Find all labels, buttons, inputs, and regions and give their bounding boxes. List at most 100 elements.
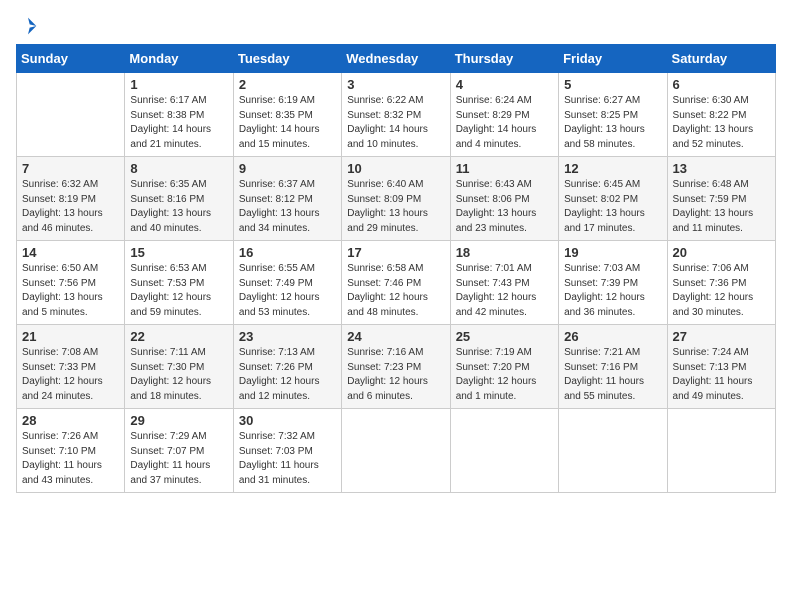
logo	[16, 16, 38, 32]
calendar-cell: 5 Sunrise: 6:27 AMSunset: 8:25 PMDaylight…	[559, 73, 667, 157]
day-info: Sunrise: 7:08 AMSunset: 7:33 PMDaylight:…	[22, 346, 119, 404]
week-row-1: 1Sunrise: 6:17 AMSunset: 8:38 PMDaylight…	[17, 73, 776, 157]
calendar-cell: 16 Sunrise: 6:55 AMSunset: 7:49 PMDayligh…	[233, 241, 341, 325]
day-info: Sunrise: 7:16 AMSunset: 7:23 PMDaylight:…	[347, 346, 444, 404]
day-number: 26	[564, 329, 661, 344]
calendar-cell: 14 Sunrise: 6:50 AMSunset: 7:56 PMDayligh…	[17, 241, 125, 325]
calendar-cell: 25Sunrise: 7:19 AMSunset: 7:20 PMDayligh…	[450, 325, 558, 409]
day-info: Sunrise: 6:58 AMSunset: 7:46 PMDaylight:…	[347, 262, 444, 320]
day-number: 25	[456, 329, 553, 344]
calendar-cell	[667, 409, 775, 493]
day-info: Sunrise: 7:11 AMSunset: 7:30 PMDaylight:…	[130, 346, 227, 404]
day-info: Sunrise: 7:01 AMSunset: 7:43 PMDaylight:…	[456, 262, 553, 320]
calendar-cell: 2 Sunrise: 6:19 AMSunset: 8:35 PMDaylight…	[233, 73, 341, 157]
day-number: 19	[564, 245, 661, 260]
week-row-5: 28 Sunrise: 7:26 AMSunset: 7:10 PMDayligh…	[17, 409, 776, 493]
day-number: 12	[564, 161, 661, 176]
day-number: 28	[22, 413, 119, 428]
day-info: Sunrise: 7:29 AMSunset: 7:07 PMDaylight:…	[130, 430, 227, 488]
calendar-cell: 6 Sunrise: 6:30 AMSunset: 8:22 PMDaylight…	[667, 73, 775, 157]
calendar-cell: 21 Sunrise: 7:08 AMSunset: 7:33 PMDayligh…	[17, 325, 125, 409]
calendar-cell: 30 Sunrise: 7:32 AMSunset: 7:03 PMDayligh…	[233, 409, 341, 493]
day-info: Sunrise: 6:17 AMSunset: 8:38 PMDaylight:…	[130, 94, 227, 152]
calendar-cell: 3 Sunrise: 6:22 AMSunset: 8:32 PMDaylight…	[342, 73, 450, 157]
day-number: 24	[347, 329, 444, 344]
day-info: Sunrise: 6:22 AMSunset: 8:32 PMDaylight:…	[347, 94, 444, 152]
day-number: 2	[239, 77, 336, 92]
day-number: 18	[456, 245, 553, 260]
day-number: 6	[673, 77, 770, 92]
calendar-cell	[450, 409, 558, 493]
day-info: Sunrise: 6:45 AMSunset: 8:02 PMDaylight:…	[564, 178, 661, 236]
day-info: Sunrise: 7:21 AMSunset: 7:16 PMDaylight:…	[564, 346, 661, 404]
calendar-cell	[342, 409, 450, 493]
day-number: 11	[456, 161, 553, 176]
weekday-header-row: SundayMondayTuesdayWednesdayThursdayFrid…	[17, 45, 776, 73]
calendar-cell: 26 Sunrise: 7:21 AMSunset: 7:16 PMDayligh…	[559, 325, 667, 409]
day-info: Sunrise: 6:27 AMSunset: 8:25 PMDaylight:…	[564, 94, 661, 152]
calendar-cell: 7 Sunrise: 6:32 AMSunset: 8:19 PMDaylight…	[17, 157, 125, 241]
calendar-table: SundayMondayTuesdayWednesdayThursdayFrid…	[16, 44, 776, 493]
day-info: Sunrise: 7:26 AMSunset: 7:10 PMDaylight:…	[22, 430, 119, 488]
weekday-header-sunday: Sunday	[17, 45, 125, 73]
day-number: 5	[564, 77, 661, 92]
day-number: 20	[673, 245, 770, 260]
calendar-cell: 22 Sunrise: 7:11 AMSunset: 7:30 PMDayligh…	[125, 325, 233, 409]
day-number: 9	[239, 161, 336, 176]
day-number: 22	[130, 329, 227, 344]
day-info: Sunrise: 6:55 AMSunset: 7:49 PMDaylight:…	[239, 262, 336, 320]
day-info: Sunrise: 6:35 AMSunset: 8:16 PMDaylight:…	[130, 178, 227, 236]
day-number: 13	[673, 161, 770, 176]
calendar-cell: 15Sunrise: 6:53 AMSunset: 7:53 PMDayligh…	[125, 241, 233, 325]
weekday-header-tuesday: Tuesday	[233, 45, 341, 73]
calendar-cell: 9Sunrise: 6:37 AMSunset: 8:12 PMDaylight…	[233, 157, 341, 241]
day-number: 8	[130, 161, 227, 176]
day-number: 14	[22, 245, 119, 260]
weekday-header-monday: Monday	[125, 45, 233, 73]
day-number: 7	[22, 161, 119, 176]
page-header	[16, 16, 776, 32]
day-number: 16	[239, 245, 336, 260]
calendar-cell: 10Sunrise: 6:40 AMSunset: 8:09 PMDayligh…	[342, 157, 450, 241]
day-info: Sunrise: 6:50 AMSunset: 7:56 PMDaylight:…	[22, 262, 119, 320]
day-info: Sunrise: 6:43 AMSunset: 8:06 PMDaylight:…	[456, 178, 553, 236]
calendar-cell: 11 Sunrise: 6:43 AMSunset: 8:06 PMDayligh…	[450, 157, 558, 241]
day-info: Sunrise: 7:03 AMSunset: 7:39 PMDaylight:…	[564, 262, 661, 320]
day-info: Sunrise: 6:32 AMSunset: 8:19 PMDaylight:…	[22, 178, 119, 236]
day-info: Sunrise: 6:30 AMSunset: 8:22 PMDaylight:…	[673, 94, 770, 152]
week-row-2: 7 Sunrise: 6:32 AMSunset: 8:19 PMDaylight…	[17, 157, 776, 241]
day-info: Sunrise: 6:19 AMSunset: 8:35 PMDaylight:…	[239, 94, 336, 152]
calendar-cell: 18 Sunrise: 7:01 AMSunset: 7:43 PMDayligh…	[450, 241, 558, 325]
calendar-cell: 4 Sunrise: 6:24 AMSunset: 8:29 PMDaylight…	[450, 73, 558, 157]
weekday-header-friday: Friday	[559, 45, 667, 73]
weekday-header-saturday: Saturday	[667, 45, 775, 73]
calendar-cell: 8 Sunrise: 6:35 AMSunset: 8:16 PMDaylight…	[125, 157, 233, 241]
calendar-cell: 12 Sunrise: 6:45 AMSunset: 8:02 PMDayligh…	[559, 157, 667, 241]
day-number: 29	[130, 413, 227, 428]
week-row-4: 21 Sunrise: 7:08 AMSunset: 7:33 PMDayligh…	[17, 325, 776, 409]
calendar-cell: 20Sunrise: 7:06 AMSunset: 7:36 PMDayligh…	[667, 241, 775, 325]
calendar-cell: 24 Sunrise: 7:16 AMSunset: 7:23 PMDayligh…	[342, 325, 450, 409]
day-number: 4	[456, 77, 553, 92]
day-info: Sunrise: 6:24 AMSunset: 8:29 PMDaylight:…	[456, 94, 553, 152]
weekday-header-thursday: Thursday	[450, 45, 558, 73]
day-number: 3	[347, 77, 444, 92]
calendar-cell: 17 Sunrise: 6:58 AMSunset: 7:46 PMDayligh…	[342, 241, 450, 325]
day-info: Sunrise: 6:48 AMSunset: 7:59 PMDaylight:…	[673, 178, 770, 236]
calendar-cell: 28 Sunrise: 7:26 AMSunset: 7:10 PMDayligh…	[17, 409, 125, 493]
day-number: 17	[347, 245, 444, 260]
calendar-cell: 13 Sunrise: 6:48 AMSunset: 7:59 PMDayligh…	[667, 157, 775, 241]
calendar-cell: 1Sunrise: 6:17 AMSunset: 8:38 PMDaylight…	[125, 73, 233, 157]
day-info: Sunrise: 7:32 AMSunset: 7:03 PMDaylight:…	[239, 430, 336, 488]
day-number: 21	[22, 329, 119, 344]
week-row-3: 14 Sunrise: 6:50 AMSunset: 7:56 PMDayligh…	[17, 241, 776, 325]
day-info: Sunrise: 6:40 AMSunset: 8:09 PMDaylight:…	[347, 178, 444, 236]
calendar-cell: 29 Sunrise: 7:29 AMSunset: 7:07 PMDayligh…	[125, 409, 233, 493]
calendar-cell: 27Sunrise: 7:24 AMSunset: 7:13 PMDayligh…	[667, 325, 775, 409]
day-number: 27	[673, 329, 770, 344]
day-number: 23	[239, 329, 336, 344]
day-info: Sunrise: 7:13 AMSunset: 7:26 PMDaylight:…	[239, 346, 336, 404]
day-number: 30	[239, 413, 336, 428]
day-info: Sunrise: 6:53 AMSunset: 7:53 PMDaylight:…	[130, 262, 227, 320]
logo-icon	[18, 16, 38, 36]
